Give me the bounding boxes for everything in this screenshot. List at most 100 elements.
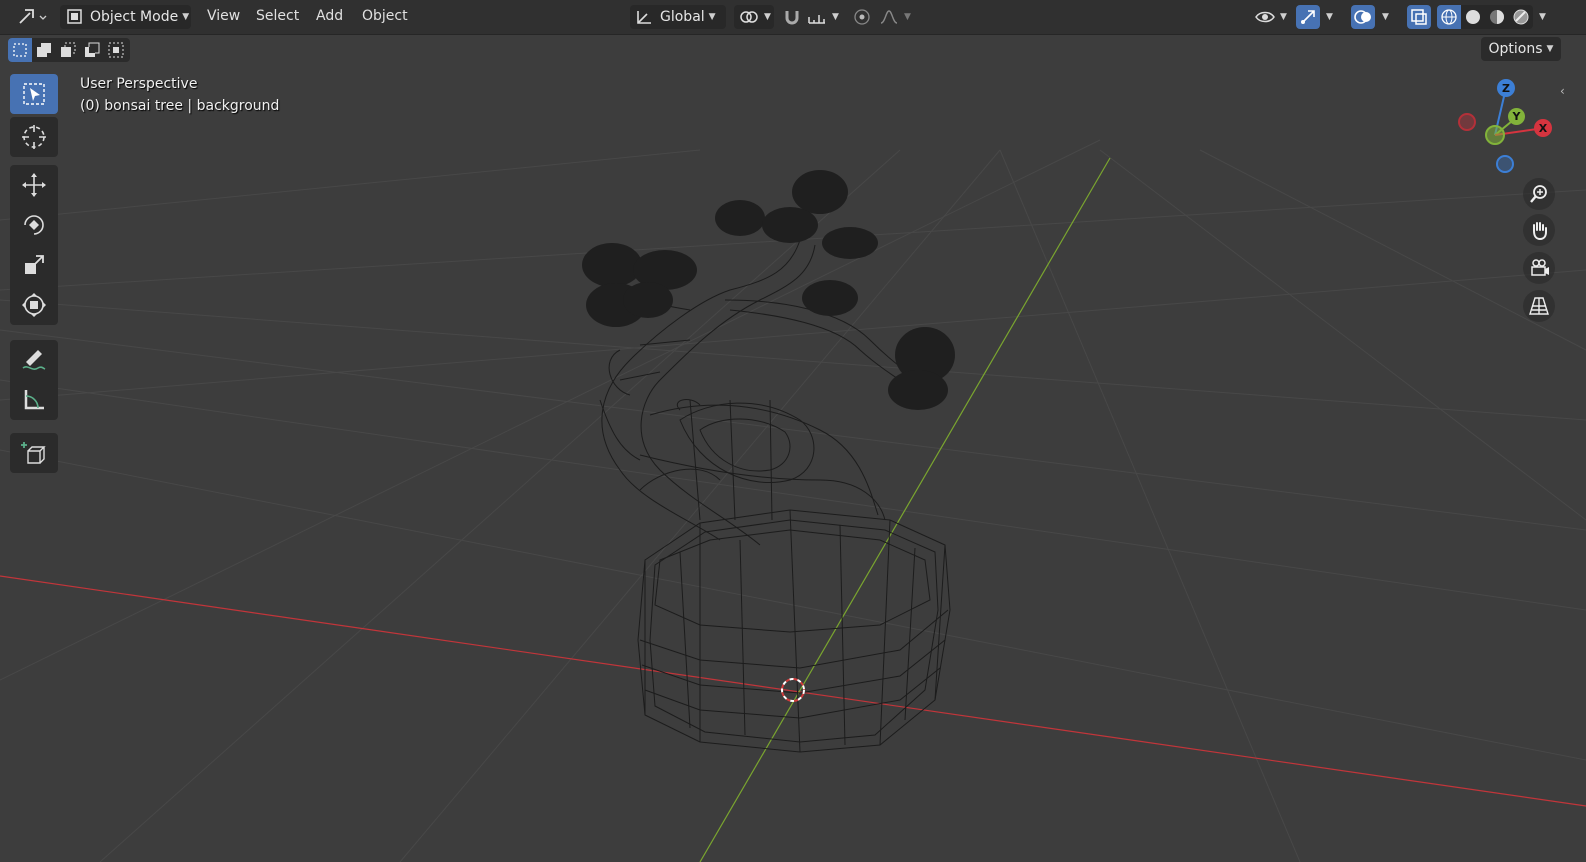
- tool-add-cube[interactable]: [10, 433, 58, 473]
- solid-shading-button[interactable]: [1461, 5, 1485, 29]
- sidebar-toggle-icon[interactable]: ‹: [1560, 84, 1565, 98]
- floor-grid: [0, 139, 1586, 862]
- snap-magnet-icon: [785, 11, 799, 25]
- snap-toggle[interactable]: [778, 5, 806, 29]
- mode-dropdown[interactable]: Object Mode ▼: [60, 5, 191, 29]
- overlay-dropdown[interactable]: ▼: [1378, 5, 1396, 29]
- chevron-down-icon: ▼: [708, 12, 716, 22]
- add-cube-icon: [21, 442, 46, 464]
- tool-rotate[interactable]: [10, 205, 58, 245]
- chevron-down-icon: ▼: [832, 12, 839, 22]
- transform-orientation-dropdown[interactable]: Global ▼: [630, 5, 726, 29]
- navigation-gizmo[interactable]: Z Y X: [1455, 76, 1565, 176]
- viewport-header: Object Mode ▼ View Select Add Object Glo…: [0, 0, 1586, 35]
- material-shading-icon: [1490, 10, 1504, 24]
- proportional-editing-icon: [854, 9, 870, 25]
- tool-scale[interactable]: [10, 245, 58, 285]
- select-extend-icon: [37, 43, 51, 57]
- shading-mode-group: [1437, 5, 1533, 29]
- xray-icon: [1411, 9, 1427, 25]
- gizmo-x-ball[interactable]: X: [1534, 119, 1552, 137]
- gizmo-neg-z-ball[interactable]: [1496, 155, 1514, 173]
- transform-icon: [22, 293, 46, 317]
- select-subtract-icon: [61, 42, 76, 57]
- snap-target-dropdown[interactable]: ▼: [804, 5, 844, 29]
- wireframe-shading-icon: [1441, 9, 1457, 25]
- menu-object[interactable]: Object: [362, 8, 408, 24]
- bonsai-pot-wireframe: [637, 509, 951, 753]
- editor-type-icon: [19, 9, 47, 24]
- x-axis-line: [0, 575, 1586, 807]
- proportional-editing-toggle[interactable]: [848, 5, 876, 29]
- chevron-down-icon: ▼: [1539, 12, 1546, 22]
- gizmo-toggle[interactable]: [1296, 5, 1320, 29]
- annotate-icon: [22, 350, 46, 370]
- pan-hand-icon: [1533, 222, 1547, 241]
- overlay-toggle[interactable]: [1351, 5, 1375, 29]
- pivot-point-dropdown[interactable]: ▼: [734, 5, 774, 29]
- select-new-icon: [13, 43, 27, 57]
- gizmo-dropdown[interactable]: ▼: [1322, 5, 1340, 29]
- gizmo-y-ball[interactable]: Y: [1508, 108, 1525, 125]
- chevron-down-icon: ▼: [182, 12, 190, 22]
- select-intersect-icon: [108, 42, 124, 58]
- tool-transform[interactable]: [10, 285, 58, 325]
- tool-move[interactable]: [10, 165, 58, 205]
- rotate-icon: [24, 215, 44, 235]
- tool-cursor[interactable]: [10, 117, 58, 157]
- menu-view[interactable]: View: [207, 8, 240, 24]
- bonsai-foliage: [582, 170, 955, 410]
- zoom-icon: [1530, 185, 1547, 203]
- snap-increment-icon: [808, 15, 825, 24]
- options-label: Options: [1488, 41, 1543, 57]
- select-invert-button[interactable]: [80, 38, 104, 62]
- wireframe-shading-button[interactable]: [1437, 5, 1461, 29]
- camera-view-icon: [1531, 259, 1549, 276]
- zoom-button[interactable]: [1523, 178, 1555, 210]
- shading-dropdown[interactable]: ▼: [1535, 5, 1555, 29]
- 3d-viewport[interactable]: [0, 0, 1586, 862]
- y-axis-line: [699, 157, 1111, 862]
- gizmo-z-ball[interactable]: Z: [1497, 79, 1515, 97]
- menu-add[interactable]: Add: [316, 8, 343, 24]
- solid-shading-icon: [1466, 10, 1480, 24]
- chevron-down-icon: ▼: [1546, 44, 1554, 54]
- rendered-shading-icon: [1513, 9, 1529, 25]
- pivot-point-icon: [740, 11, 758, 23]
- material-shading-button[interactable]: [1485, 5, 1509, 29]
- menu-select[interactable]: Select: [256, 8, 299, 24]
- select-invert-icon: [85, 42, 100, 57]
- rendered-shading-button[interactable]: [1509, 5, 1533, 29]
- tool-annotate[interactable]: [10, 340, 58, 380]
- falloff-dropdown[interactable]: ▼: [876, 5, 912, 29]
- visibility-dropdown[interactable]: ▼: [1252, 5, 1292, 29]
- chevron-down-icon: ▼: [1382, 12, 1389, 22]
- xray-toggle[interactable]: [1407, 5, 1431, 29]
- eye-icon: [1255, 11, 1275, 23]
- cursor-icon: [22, 125, 46, 149]
- measure-icon: [24, 390, 44, 410]
- chevron-down-icon: ▼: [764, 12, 771, 22]
- mode-label: Object Mode: [90, 9, 179, 25]
- scale-icon: [25, 255, 44, 274]
- ortho-toggle-button[interactable]: [1523, 290, 1555, 322]
- chevron-down-icon: ▼: [904, 12, 911, 22]
- options-dropdown[interactable]: Options ▼: [1481, 37, 1561, 61]
- select-extend-button[interactable]: [32, 38, 56, 62]
- orientation-label: Global: [660, 9, 705, 25]
- select-intersect-button[interactable]: [104, 38, 128, 62]
- tool-measure[interactable]: [10, 380, 58, 420]
- tool-select-box[interactable]: [10, 74, 58, 114]
- camera-view-button[interactable]: [1523, 252, 1555, 284]
- gizmo-icon: [1301, 10, 1315, 24]
- gizmo-neg-y-ball[interactable]: [1485, 125, 1505, 145]
- gizmo-neg-x-ball[interactable]: [1458, 113, 1476, 131]
- select-mode-group: [8, 38, 130, 62]
- select-new-button[interactable]: [8, 38, 32, 62]
- editor-type-button[interactable]: [12, 5, 48, 29]
- viewport-canvas[interactable]: [0, 0, 1586, 862]
- select-subtract-button[interactable]: [56, 38, 80, 62]
- falloff-curve-icon: [880, 10, 898, 24]
- pan-button[interactable]: [1523, 214, 1555, 246]
- active-object-label: (0) bonsai tree | background: [80, 98, 280, 114]
